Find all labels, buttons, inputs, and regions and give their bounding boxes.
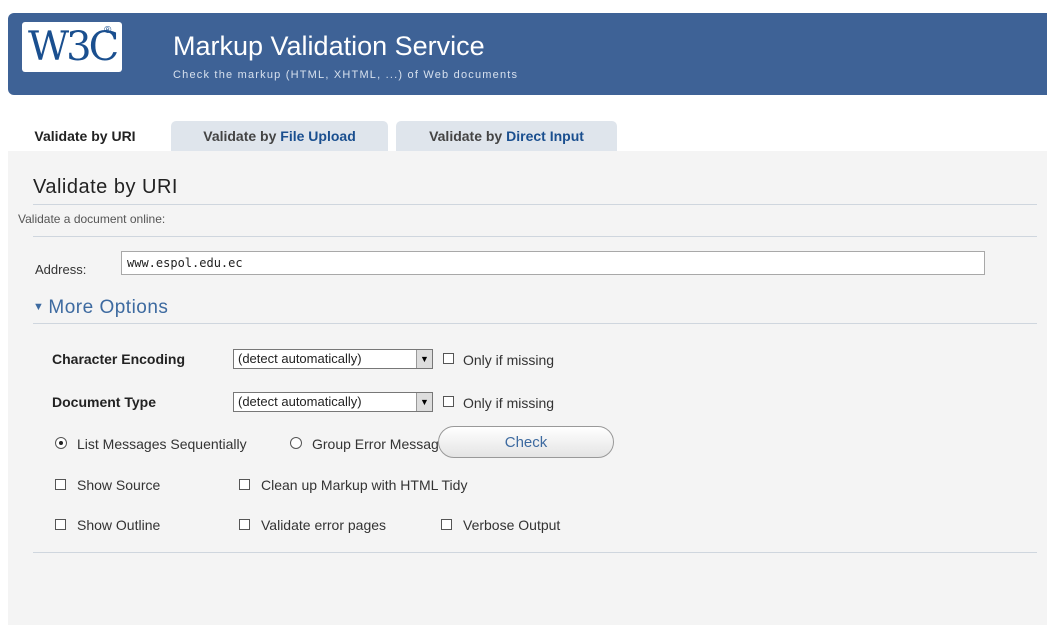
encoding-only-if-missing-checkbox[interactable] xyxy=(443,353,454,364)
verbose-output-label: Verbose Output xyxy=(463,517,561,533)
divider xyxy=(33,236,1037,237)
address-input[interactable] xyxy=(121,251,985,275)
show-outline-checkbox[interactable] xyxy=(55,519,66,530)
divider xyxy=(33,204,1037,205)
clean-up-tidy-checkbox[interactable] xyxy=(239,479,250,490)
list-sequentially-label: List Messages Sequentially xyxy=(77,436,247,452)
document-type-value: (detect automatically) xyxy=(238,394,362,409)
validate-error-pages-checkbox[interactable] xyxy=(239,519,250,530)
document-type-label: Document Type xyxy=(52,394,156,410)
group-by-type-radio[interactable] xyxy=(290,437,302,449)
character-encoding-value: (detect automatically) xyxy=(238,351,362,366)
tab-validate-by-direct-input[interactable]: Validate by Direct Input xyxy=(396,121,617,151)
clean-up-tidy-label: Clean up Markup with HTML Tidy xyxy=(261,477,468,493)
show-source-checkbox[interactable] xyxy=(55,479,66,490)
divider xyxy=(33,323,1037,324)
w3c-logo[interactable]: W3C ® xyxy=(22,22,122,72)
section-subtext: Validate a document online: xyxy=(18,212,166,226)
check-button[interactable]: Check xyxy=(438,426,614,458)
encoding-only-if-missing-label: Only if missing xyxy=(463,352,555,368)
triangle-down-icon: ▼ xyxy=(33,301,45,313)
tab-validate-by-uri[interactable]: Validate by URI xyxy=(8,121,162,151)
show-outline-label: Show Outline xyxy=(77,517,161,533)
validate-error-pages-label: Validate error pages xyxy=(261,517,387,533)
header-banner: W3C ® Markup Validation Service Check th… xyxy=(8,13,1047,95)
document-type-select[interactable]: (detect automatically) ▼ xyxy=(233,392,433,412)
tab-emph: Direct Input xyxy=(506,128,584,144)
page-subtitle: Check the markup (HTML, XHTML, ...) of W… xyxy=(173,69,519,81)
more-options-label: More Options xyxy=(48,297,169,318)
tab-prefix: Validate by xyxy=(34,128,112,144)
section-title: Validate by URI xyxy=(33,176,178,198)
tab-prefix: Validate by xyxy=(203,128,281,144)
page-title: Markup Validation Service xyxy=(173,31,485,61)
tab-emph: File Upload xyxy=(280,128,356,144)
validate-panel: Validate by URI Validate a document onli… xyxy=(8,151,1047,625)
more-options-toggle[interactable]: ▼ More Options xyxy=(33,297,168,319)
dropdown-arrow-icon: ▼ xyxy=(416,393,432,411)
dropdown-arrow-icon: ▼ xyxy=(416,350,432,368)
character-encoding-label: Character Encoding xyxy=(52,351,186,367)
registered-mark: ® xyxy=(104,25,112,36)
show-source-label: Show Source xyxy=(77,477,161,493)
divider xyxy=(33,552,1037,553)
verbose-output-checkbox[interactable] xyxy=(441,519,452,530)
address-label: Address: xyxy=(35,262,87,277)
list-sequentially-radio[interactable] xyxy=(55,437,67,449)
logo-text: W3C xyxy=(28,24,119,70)
doctype-only-if-missing-label: Only if missing xyxy=(463,395,555,411)
tab-prefix: Validate by xyxy=(429,128,507,144)
tab-emph: URI xyxy=(111,128,136,144)
character-encoding-select[interactable]: (detect automatically) ▼ xyxy=(233,349,433,369)
doctype-only-if-missing-checkbox[interactable] xyxy=(443,396,454,407)
tab-validate-by-file-upload[interactable]: Validate by File Upload xyxy=(171,121,388,151)
